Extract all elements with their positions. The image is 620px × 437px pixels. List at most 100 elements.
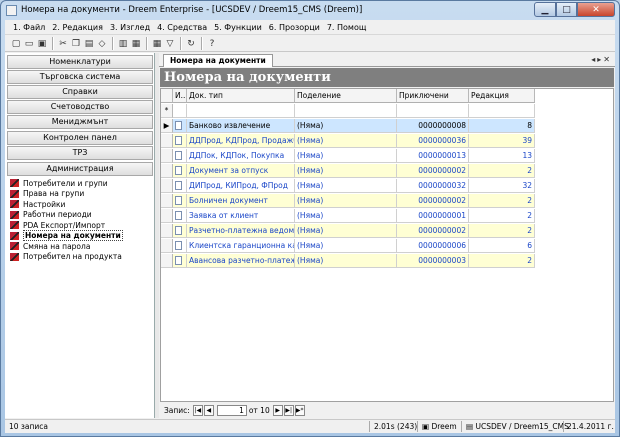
cell-version[interactable]: 8 [469, 119, 535, 133]
document-icon-cell[interactable] [173, 224, 187, 238]
cell-attachments[interactable]: 0000000006 [397, 239, 469, 253]
cell-version[interactable]: 2 [469, 164, 535, 178]
cell-attachments[interactable]: 0000000032 [397, 179, 469, 193]
table-row[interactable]: Разчетно-платежна ведомо... (Няма) 0000000… [161, 224, 535, 238]
nav-section-nomenclatures[interactable]: Номенклатури [7, 55, 153, 69]
table-row[interactable]: Документ за отпуск (Няма) 0000000002 2 [161, 164, 535, 178]
open-icon[interactable]: ▭ [23, 38, 35, 50]
tree-item-group-rights[interactable]: Права на групи [7, 189, 153, 200]
cell-version[interactable]: 32 [469, 179, 535, 193]
table-cell[interactable] [469, 104, 535, 118]
cell-attachments[interactable]: 0000000002 [397, 224, 469, 238]
nav-section-control-panel[interactable]: Контролен панел [7, 131, 153, 145]
tree-item-pda-export[interactable]: PDA Експорт/Импорт [7, 220, 153, 231]
cell-subdivision[interactable]: (Няма) [295, 149, 397, 163]
filter-icon[interactable]: ▽ [164, 38, 176, 50]
cell-subdivision[interactable]: (Няма) [295, 209, 397, 223]
cell-doc-type[interactable]: Авансова разчетно-платеж... [187, 254, 295, 268]
cell-doc-type[interactable]: Разчетно-платежна ведомо... [187, 224, 295, 238]
document-icon-cell[interactable] [173, 119, 187, 133]
cell-doc-type[interactable]: Клиентска гаранционна ка... [187, 239, 295, 253]
table-cell[interactable] [173, 104, 187, 118]
first-record-button[interactable]: |◀ [192, 404, 203, 416]
table-cell[interactable] [397, 104, 469, 118]
prev-record-button[interactable]: ◀ [203, 404, 214, 416]
cell-subdivision[interactable]: (Няма) [295, 194, 397, 208]
save-icon[interactable]: ▣ [36, 38, 48, 50]
document-icon-cell[interactable] [173, 194, 187, 208]
menu-edit[interactable]: 2. Редакция [52, 23, 103, 32]
cell-subdivision[interactable]: (Няма) [295, 239, 397, 253]
table-row[interactable]: ДДПрод, КДПрод, Продажба (Няма) 0000000036… [161, 134, 535, 148]
new-record-button[interactable]: ▶* [294, 404, 305, 416]
tree-item-document-numbers[interactable]: Номера на документи [7, 230, 153, 242]
next-record-button[interactable]: ▶ [272, 404, 283, 416]
tree-item-users-groups[interactable]: Потребители и групи [7, 178, 153, 189]
document-icon-cell[interactable] [173, 149, 187, 163]
cell-subdivision[interactable]: (Няма) [295, 254, 397, 268]
cell-attachments[interactable]: 0000000001 [397, 209, 469, 223]
cell-attachments[interactable]: 0000000036 [397, 134, 469, 148]
cell-version[interactable]: 39 [469, 134, 535, 148]
cell-doc-type[interactable]: Заявка от клиент [187, 209, 295, 223]
nav-section-management[interactable]: Мениджмънт [7, 115, 153, 129]
cell-version[interactable]: 2 [469, 224, 535, 238]
menu-functions[interactable]: 5. Функции [214, 23, 262, 32]
cell-attachments[interactable]: 0000000013 [397, 149, 469, 163]
refresh-icon[interactable]: ↻ [185, 38, 197, 50]
cut-icon[interactable]: ✂ [57, 38, 69, 50]
cell-doc-type[interactable]: ДДПок, КДПок, Покупка [187, 149, 295, 163]
document-icon-cell[interactable] [173, 239, 187, 253]
menu-view[interactable]: 3. Изглед [110, 23, 150, 32]
tree-item-work-periods[interactable]: Работни периоди [7, 210, 153, 221]
cell-version[interactable]: 13 [469, 149, 535, 163]
cell-version[interactable]: 6 [469, 239, 535, 253]
cell-doc-type[interactable]: ДИПрод, КИПрод, ФПрод [187, 179, 295, 193]
print-icon[interactable]: ▥ [117, 38, 129, 50]
grid-icon[interactable]: ▦ [151, 38, 163, 50]
cell-doc-type[interactable]: ДДПрод, КДПрод, Продажба [187, 134, 295, 148]
cell-doc-type[interactable]: Документ за отпуск [187, 164, 295, 178]
print-preview-icon[interactable]: ▦ [130, 38, 142, 50]
table-row[interactable]: ДИПрод, КИПрод, ФПрод (Няма) 0000000032 32 [161, 179, 535, 193]
last-record-button[interactable]: ▶| [283, 404, 294, 416]
close-button[interactable]: ✕ [577, 2, 615, 17]
minimize-button[interactable]: ▁ [534, 2, 556, 17]
cell-version[interactable]: 2 [469, 254, 535, 268]
cell-version[interactable]: 2 [469, 209, 535, 223]
tree-item-change-password[interactable]: Смяна на парола [7, 241, 153, 252]
cell-subdivision[interactable]: (Няма) [295, 179, 397, 193]
tab-document-numbers[interactable]: Номера на документи [163, 54, 273, 67]
cell-attachments[interactable]: 0000000002 [397, 164, 469, 178]
eraser-icon[interactable]: ◇ [96, 38, 108, 50]
tab-close-icon[interactable]: ✕ [603, 55, 612, 64]
menu-tools[interactable]: 4. Средства [157, 23, 207, 32]
nav-section-payroll[interactable]: ТРЗ [7, 146, 153, 160]
menu-file[interactable]: 1. Файл [13, 23, 45, 32]
document-icon-cell[interactable] [173, 254, 187, 268]
column-header-subdivision[interactable]: Поделение [295, 89, 397, 103]
tree-item-product-user[interactable]: Потребител на продукта [7, 252, 153, 263]
document-icon-cell[interactable] [173, 179, 187, 193]
cell-doc-type[interactable]: Банково извлечение [187, 119, 295, 133]
document-icon-cell[interactable] [173, 209, 187, 223]
column-header-version[interactable]: Редакция [469, 89, 535, 103]
new-icon[interactable]: ▢ [10, 38, 22, 50]
table-row[interactable]: Болничен документ (Няма) 0000000002 2 [161, 194, 535, 208]
table-cell[interactable] [187, 104, 295, 118]
table-row[interactable]: ▶ Банково извлечение (Няма) 0000000008 8 [161, 119, 535, 133]
nav-section-trade-system[interactable]: Търговска система [7, 70, 153, 84]
tree-item-settings[interactable]: Настройки [7, 199, 153, 210]
table-row[interactable]: Авансова разчетно-платеж... (Няма) 0000000… [161, 254, 535, 268]
menu-help[interactable]: 7. Помощ [327, 23, 367, 32]
cell-attachments[interactable]: 0000000002 [397, 194, 469, 208]
cell-subdivision[interactable]: (Няма) [295, 119, 397, 133]
cell-attachments[interactable]: 0000000003 [397, 254, 469, 268]
help-icon[interactable]: ? [206, 38, 218, 50]
column-header-doc-type[interactable]: Док. тип [187, 89, 295, 103]
menu-windows[interactable]: 6. Прозорци [269, 23, 320, 32]
column-header-attachments[interactable]: Приключени [397, 89, 469, 103]
title-bar[interactable]: Номера на документи - Dreem Enterprise -… [1, 1, 619, 20]
nav-section-reports[interactable]: Справки [7, 85, 153, 99]
maximize-button[interactable]: □ [556, 2, 577, 17]
